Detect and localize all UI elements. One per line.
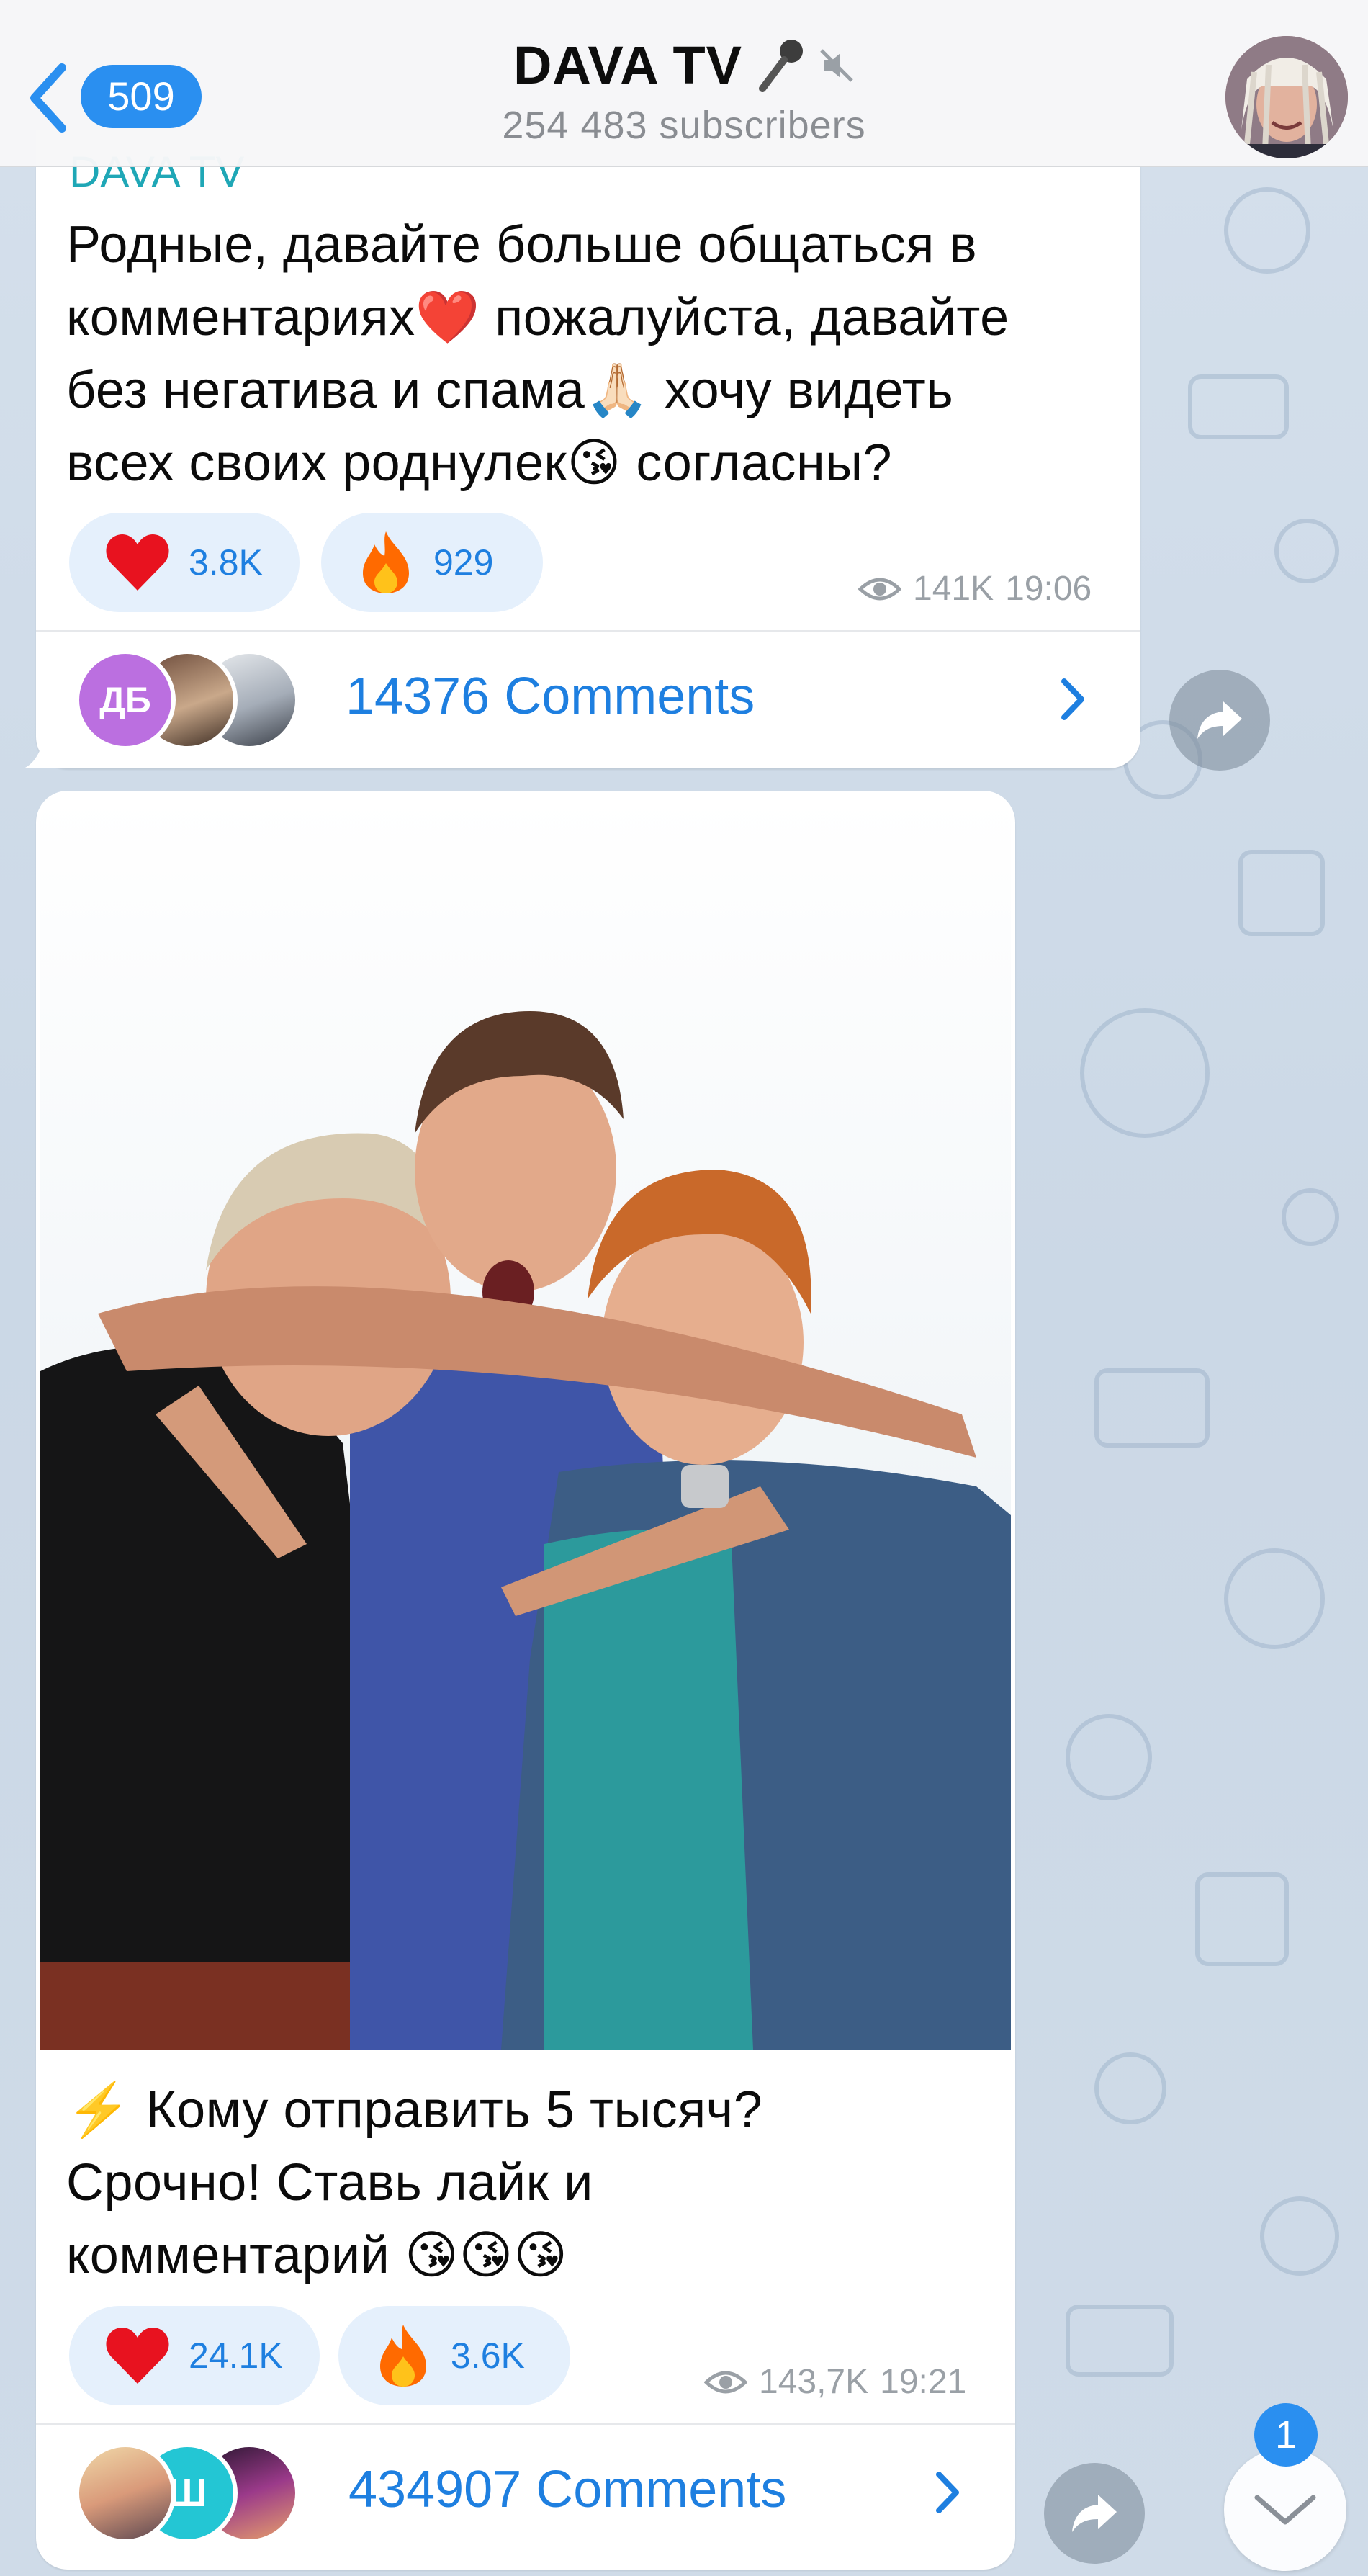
chevron-right-icon bbox=[936, 2472, 959, 2513]
reaction-count: 3.8K bbox=[189, 542, 263, 583]
message-line: Родные, давайте больше общаться в bbox=[66, 216, 978, 274]
commenter-avatar: ДБ bbox=[75, 650, 176, 750]
comments-row[interactable]: ДБ 14376 Comments bbox=[36, 634, 1140, 763]
scroll-down-button[interactable] bbox=[1224, 2449, 1346, 2571]
reaction-heart[interactable]: 3.8K bbox=[69, 513, 300, 612]
message-line: Срочно! Ставь лайк и bbox=[66, 2154, 593, 2212]
heart-icon bbox=[106, 2328, 169, 2384]
comments-count: 14376 Comments bbox=[346, 668, 755, 725]
eye-icon bbox=[704, 2371, 747, 2393]
message-photo[interactable] bbox=[40, 795, 1011, 2050]
message-line: ⚡️ Кому отправить 5 тысяч? bbox=[66, 2081, 763, 2139]
channel-info[interactable]: DAVA TV 254 483 subscribers bbox=[403, 35, 965, 148]
message-time: 19:21 bbox=[880, 2363, 967, 2401]
reaction-count: 929 bbox=[433, 542, 494, 583]
reaction-fire[interactable]: 3.6K bbox=[338, 2306, 570, 2405]
view-count: 141K bbox=[913, 570, 994, 608]
chevron-down-icon bbox=[1254, 2495, 1316, 2525]
eye-icon bbox=[858, 578, 901, 600]
channel-title: DAVA TV bbox=[513, 35, 743, 95]
message-time: 19:06 bbox=[1005, 570, 1092, 608]
message-line: комментарий 😘😘😘 bbox=[66, 2227, 568, 2284]
muted-icon bbox=[820, 48, 853, 82]
channel-avatar[interactable] bbox=[1225, 36, 1348, 158]
message-line: всех своих роднулек😘 согласны? bbox=[66, 434, 893, 492]
message-meta: 141K 19:06 bbox=[858, 569, 1092, 609]
chat-header: 509 DAVA TV 254 483 subscribers bbox=[0, 0, 1368, 167]
share-icon bbox=[1197, 701, 1242, 739]
divider bbox=[36, 630, 1140, 632]
heart-icon bbox=[106, 534, 169, 591]
subscriber-count: 254 483 subscribers bbox=[502, 104, 866, 147]
microphone-icon bbox=[759, 39, 804, 92]
unread-mentions-badge: 1 bbox=[1254, 2403, 1318, 2467]
share-icon bbox=[1072, 2495, 1117, 2532]
chevron-right-icon bbox=[1061, 678, 1084, 720]
fire-icon bbox=[363, 531, 409, 593]
message-meta: 143,7K 19:21 bbox=[704, 2362, 966, 2402]
message-text: ⚡️ Кому отправить 5 тысяч? Срочно! Ставь… bbox=[66, 2074, 988, 2292]
comments-row[interactable]: Ш 434907 Comments bbox=[36, 2427, 1015, 2557]
share-button[interactable] bbox=[1044, 2463, 1145, 2564]
message-line: без негатива и спама🙏🏻 хочу видеть bbox=[66, 362, 954, 419]
view-count: 143,7K bbox=[759, 2363, 869, 2401]
share-button[interactable] bbox=[1169, 670, 1270, 771]
back-unread-badge[interactable]: 509 bbox=[81, 65, 202, 128]
reaction-count: 24.1K bbox=[189, 2335, 283, 2376]
message-line: комментариях❤️ пожалуйста, давайте bbox=[66, 289, 1009, 346]
reaction-heart[interactable]: 24.1K bbox=[69, 2306, 320, 2405]
message-text: Родные, давайте больше общаться в коммен… bbox=[66, 209, 1146, 500]
reaction-count: 3.6K bbox=[451, 2335, 525, 2376]
divider bbox=[36, 2423, 1015, 2425]
reaction-fire[interactable]: 929 bbox=[321, 513, 543, 612]
commenter-avatar bbox=[75, 2443, 176, 2544]
back-chevron-icon[interactable] bbox=[26, 62, 71, 134]
comments-count: 434907 Comments bbox=[348, 2461, 787, 2518]
fire-icon bbox=[380, 2325, 426, 2387]
